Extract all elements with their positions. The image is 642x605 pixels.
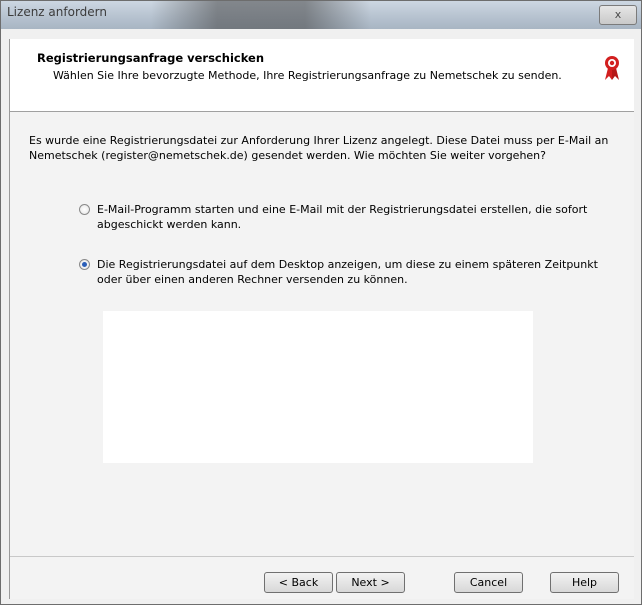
dialog-window: Lizenz anfordern x Registrierungsanfrage… [0,0,642,605]
help-button[interactable]: Help [550,572,619,593]
wizard-panel: Registrierungsanfrage verschicken Wählen… [9,39,634,599]
close-button[interactable]: x [599,5,637,25]
option-desktop-label[interactable]: Die Registrierungsdatei auf dem Desktop … [97,257,617,287]
radio-email[interactable] [79,204,90,215]
next-button[interactable]: Next > [336,572,405,593]
wizard-header: Registrierungsanfrage verschicken Wählen… [10,39,634,112]
info-panel [103,311,533,463]
footer-divider [10,556,634,557]
title-bar-shade [151,1,371,29]
option-email-label[interactable]: E-Mail-Programm starten und eine E-Mail … [97,202,617,232]
back-button[interactable]: < Back [264,572,333,593]
page-title: Registrierungsanfrage verschicken [37,51,265,65]
page-subtitle: Wählen Sie Ihre bevorzugte Methode, Ihre… [53,69,562,82]
cancel-button[interactable]: Cancel [454,572,523,593]
title-bar[interactable]: Lizenz anfordern x [1,1,641,29]
radio-desktop[interactable] [79,259,90,270]
close-icon: x [614,8,622,21]
award-ribbon-icon [605,56,619,80]
intro-text: Es wurde eine Registrierungsdatei zur An… [29,134,609,162]
window-title: Lizenz anfordern [7,5,107,19]
